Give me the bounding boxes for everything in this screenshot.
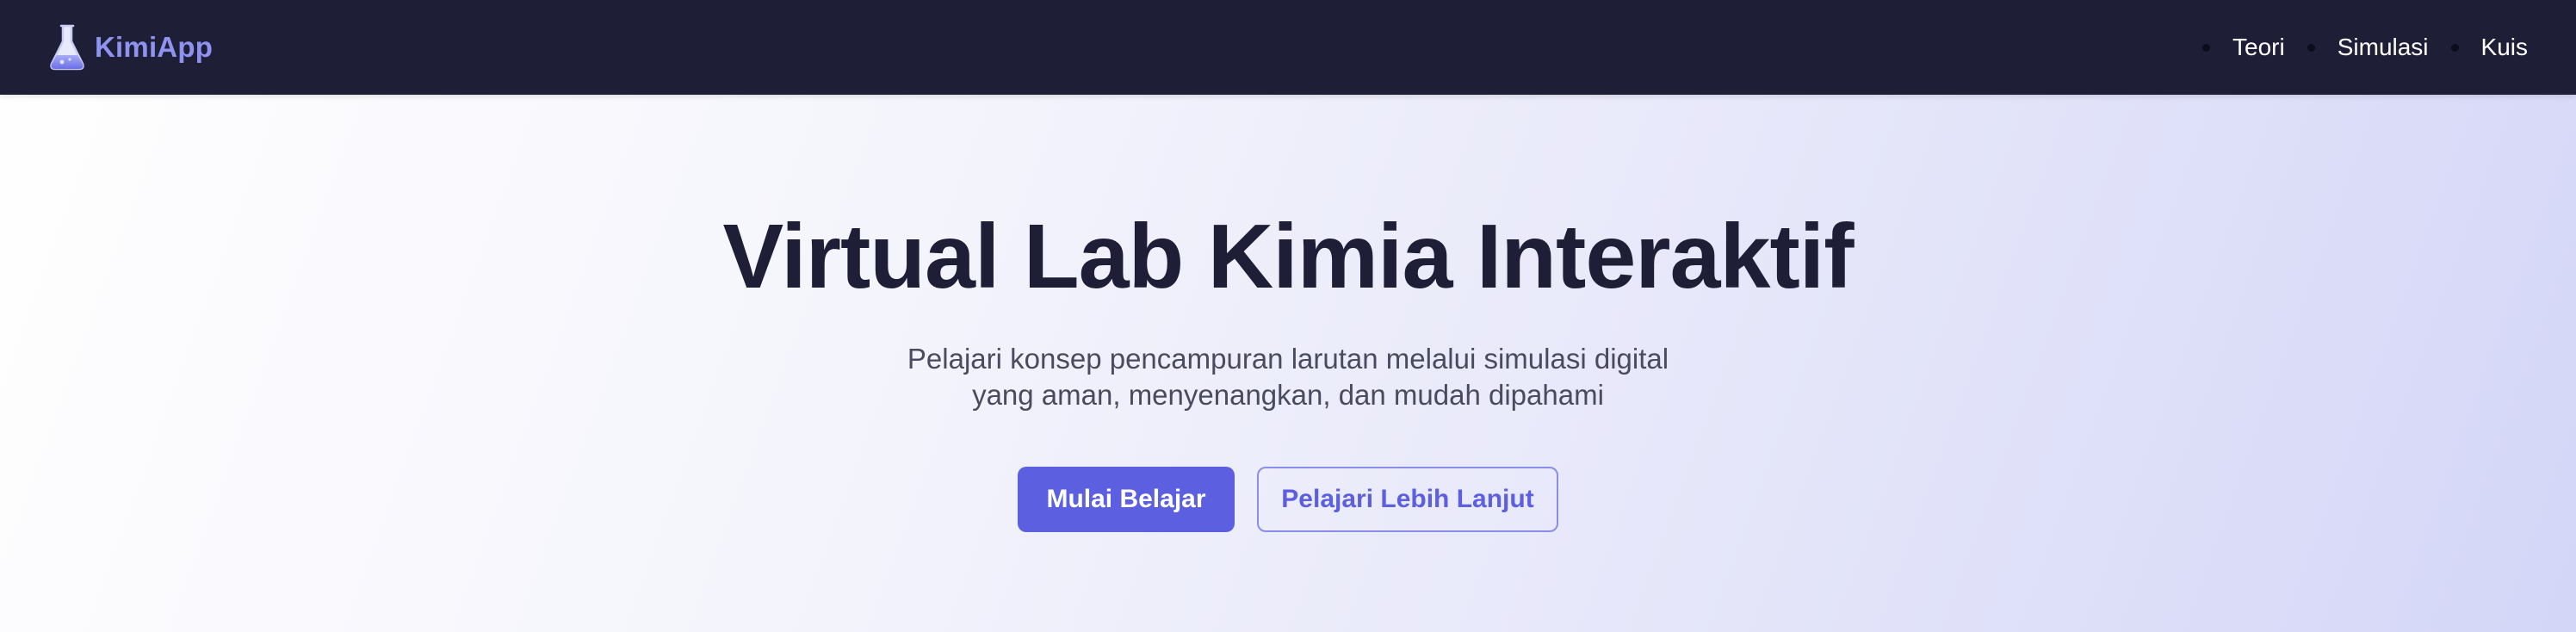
nav-item-teori[interactable]: Teori: [2202, 34, 2285, 61]
bullet-icon: [2202, 43, 2211, 52]
learn-more-button[interactable]: Pelajari Lebih Lanjut: [1257, 467, 1558, 532]
hero-actions: Mulai Belajar Pelajari Lebih Lanjut: [0, 467, 2576, 532]
nav-label: Teori: [2232, 34, 2285, 60]
nav-item-kuis[interactable]: Kuis: [2450, 34, 2528, 61]
hero-subtitle: Pelajari konsep pencampuran larutan mela…: [907, 343, 1669, 411]
brand-logo-link[interactable]: KimiApp: [48, 22, 213, 72]
brand-name: KimiApp: [95, 31, 214, 63]
hero-title: Virtual Lab Kimia Interaktif: [722, 206, 1854, 307]
nav-label: Kuis: [2480, 34, 2528, 60]
start-learning-button[interactable]: Mulai Belajar: [1018, 467, 1235, 532]
bullet-icon: [2450, 43, 2459, 52]
top-navbar: KimiApp Teori Simulasi Kuis: [0, 0, 2576, 95]
nav-item-simulasi[interactable]: Simulasi: [2307, 34, 2429, 61]
nav-links: Teori Simulasi Kuis: [2202, 34, 2528, 61]
hero-section: Virtual Lab Kimia Interaktif Pelajari ko…: [0, 95, 2576, 632]
nav-label: Simulasi: [2337, 34, 2429, 60]
bullet-icon: [2307, 43, 2315, 52]
flask-icon: [50, 24, 84, 71]
